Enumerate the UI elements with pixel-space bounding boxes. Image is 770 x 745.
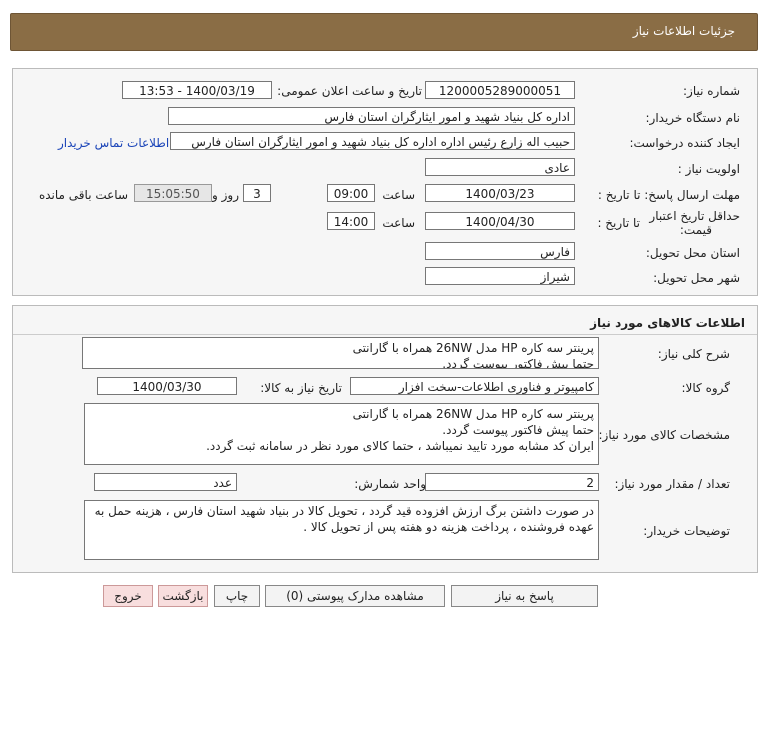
group-label: گروه کالا: — [681, 381, 731, 395]
unit-field: عدد — [94, 473, 237, 491]
validity-label-line1: حداقل تاریخ اعتبار — [649, 209, 740, 223]
validity-date-field: 1400/04/30 — [425, 212, 575, 230]
buyer-field: اداره کل بنیاد شهید و امور ایثارگران است… — [168, 107, 575, 125]
deadline-label: مهلت ارسال پاسخ: تا تاریخ : — [597, 188, 740, 202]
validity-to-label: تا تاریخ : — [597, 216, 640, 230]
announce-label: تاریخ و ساعت اعلان عمومی: — [277, 84, 422, 98]
page-header: جزئیات اطلاعات نیاز — [10, 13, 758, 51]
goods-section-title: اطلاعات کالاهای مورد نیاز — [590, 316, 745, 330]
buyer-contact-link[interactable]: اطلاعات تماس خریدار — [58, 136, 169, 150]
validity-label-line2: قیمت: — [679, 223, 712, 237]
exit-button[interactable]: خروج — [103, 585, 153, 607]
page-title: جزئیات اطلاعات نیاز — [632, 24, 735, 38]
section-divider — [13, 334, 757, 335]
buyer-label: نام دستگاه خریدار: — [645, 111, 741, 125]
city-label: شهر محل تحویل: — [653, 271, 740, 285]
need-date-label: تاریخ نیاز به کالا: — [260, 381, 342, 395]
priority-label: اولویت نیاز : — [677, 162, 740, 176]
validity-time-label: ساعت — [382, 216, 415, 230]
remaining-label: ساعت باقی مانده — [38, 188, 128, 202]
spec-line-2: حتما پیش فاکتور پیوست گردد. — [442, 423, 594, 437]
need-no-field: 1200005289000051 — [425, 81, 575, 99]
province-field: فارس — [425, 242, 575, 260]
spec-line-3: ایران کد مشابه مورد تایید نمیباشد ، حتما… — [206, 439, 594, 453]
unit-label: واحد شمارش: — [354, 477, 426, 491]
notes-line-1: در صورت داشتن برگ ارزش افزوده قید گردد ،… — [94, 504, 594, 518]
need-date-field: 1400/03/30 — [97, 377, 237, 395]
spec-label: مشخصات کالای مورد نیاز: — [598, 428, 730, 442]
announce-field: 1400/03/19 - 13:53 — [122, 81, 272, 99]
print-button[interactable]: چاپ — [214, 585, 260, 607]
remaining-time-field: 15:05:50 — [134, 184, 212, 202]
deadline-time-field: 09:00 — [327, 184, 375, 202]
need-info-panel — [12, 68, 758, 296]
spec-field: پرینتر سه کاره HP مدل 26NW همراه با گارا… — [84, 403, 599, 465]
deadline-date-field: 1400/03/23 — [425, 184, 575, 202]
validity-time-field: 14:00 — [327, 212, 375, 230]
notes-field: در صورت داشتن برگ ارزش افزوده قید گردد ،… — [84, 500, 599, 560]
priority-field: عادی — [425, 158, 575, 176]
creator-label: ایجاد کننده درخواست: — [629, 136, 740, 150]
desc-line-1: پرینتر سه کاره HP مدل 26NW همراه با گارا… — [352, 341, 594, 355]
qty-field: 2 — [425, 473, 599, 491]
need-no-label: شماره نیاز: — [683, 84, 740, 98]
back-button[interactable]: بازگشت — [158, 585, 208, 607]
desc-line-2: حتما پیش فاکتور پیوست گردد. — [442, 357, 594, 369]
desc-field: پرینتر سه کاره HP مدل 26NW همراه با گارا… — [82, 337, 599, 369]
notes-label: توضیحات خریدار: — [643, 524, 730, 538]
notes-line-2: عهده فروشنده ، پرداخت هزینه دو هفته پس ا… — [303, 520, 594, 534]
days-label: روز و — [212, 188, 239, 202]
reply-button[interactable]: پاسخ به نیاز — [451, 585, 598, 607]
group-field: کامپیوتر و فناوری اطلاعات-سخت افزار — [350, 377, 599, 395]
deadline-time-label: ساعت — [382, 188, 415, 202]
province-label: استان محل تحویل: — [645, 246, 740, 260]
spec-line-1: پرینتر سه کاره HP مدل 26NW همراه با گارا… — [352, 407, 594, 421]
qty-label: تعداد / مقدار مورد نیاز: — [614, 477, 730, 491]
attachments-button[interactable]: مشاهده مدارک پیوستی (0) — [265, 585, 445, 607]
days-field: 3 — [243, 184, 271, 202]
desc-label: شرح کلی نیاز: — [657, 347, 730, 361]
city-field: شیراز — [425, 267, 575, 285]
creator-field: حبیب اله زارع رئیس اداره اداره کل بنیاد … — [170, 132, 575, 150]
